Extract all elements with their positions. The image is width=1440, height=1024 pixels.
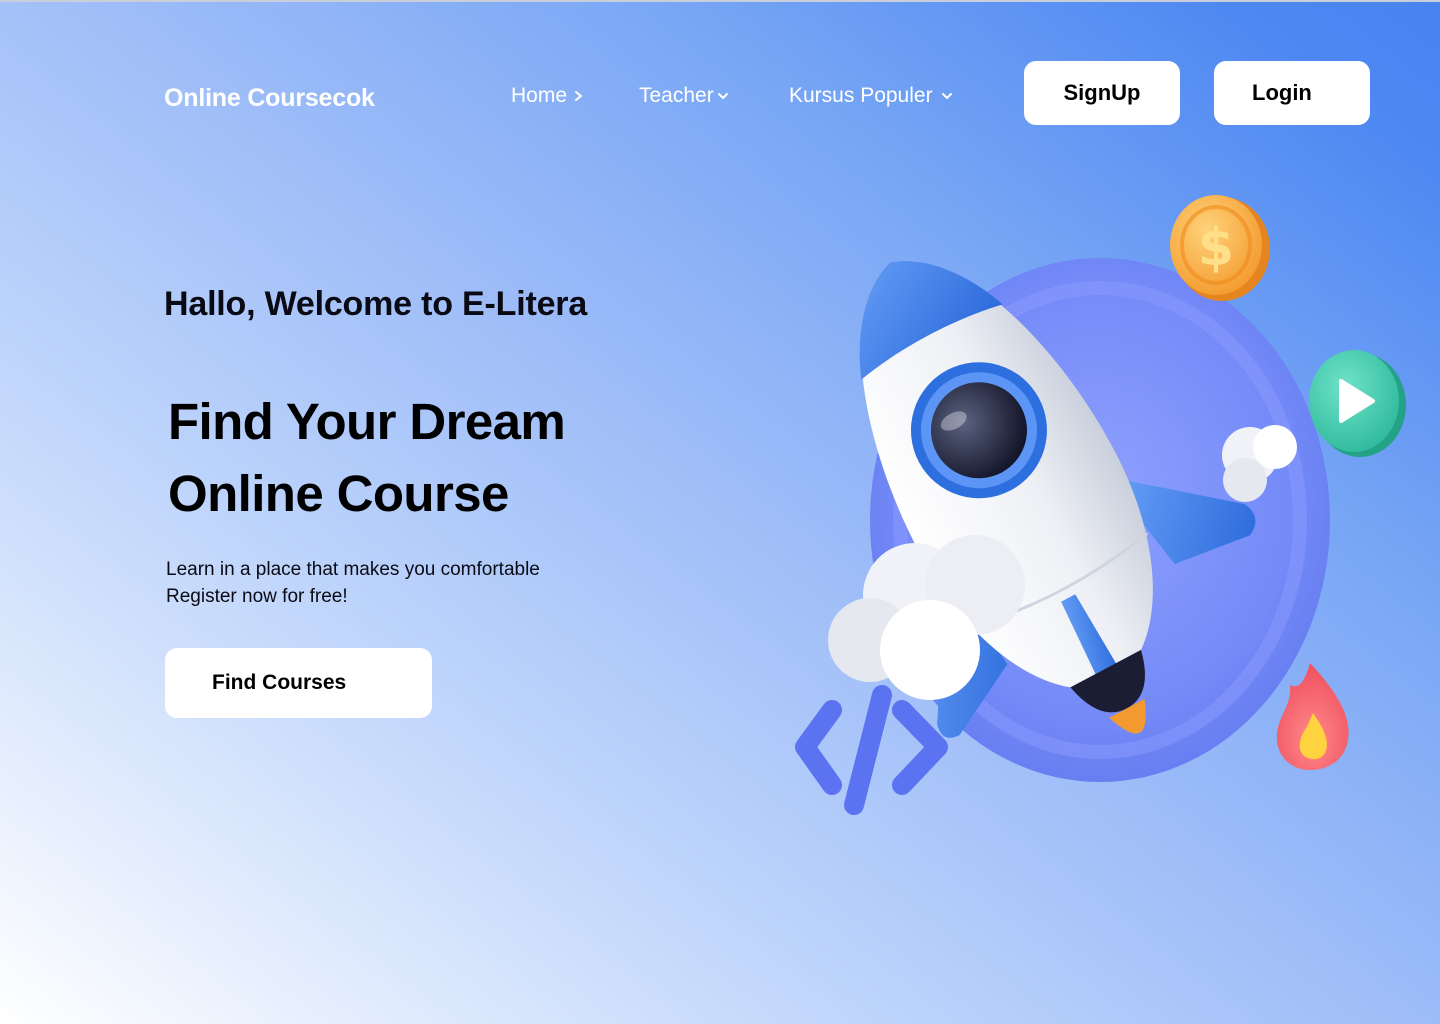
- description-line-2: Register now for free!: [166, 586, 348, 607]
- description-line-1: Learn in a place that makes you comforta…: [166, 559, 540, 580]
- play-icon: [1309, 350, 1406, 457]
- headline-line-1: Find Your Dream: [168, 393, 566, 450]
- fire-icon: [1276, 663, 1349, 770]
- nav-item-home[interactable]: Home: [511, 84, 585, 108]
- chevron-down-icon: [717, 93, 728, 99]
- coin-symbol: $: [1198, 218, 1234, 278]
- nav-item-label: Teacher: [639, 84, 714, 107]
- login-button[interactable]: Login: [1214, 61, 1370, 125]
- top-border: [0, 0, 1440, 2]
- signup-button[interactable]: SignUp: [1024, 61, 1180, 125]
- brand-logo[interactable]: Online Coursecok: [164, 84, 375, 113]
- nav-item-label: Home: [511, 84, 568, 107]
- nav-item-teacher[interactable]: Teacher: [639, 84, 729, 108]
- rocket-illustration: $: [795, 195, 1406, 815]
- headline-line-2: Online Course: [168, 465, 509, 522]
- chevron-right-icon: [575, 91, 583, 101]
- find-courses-button[interactable]: Find Courses: [165, 648, 432, 718]
- chevron-down-icon: [941, 93, 952, 99]
- nav-item-label: Kursus Populer: [789, 84, 933, 107]
- nav-item-kursus-populer[interactable]: Kursus Populer: [789, 84, 953, 108]
- code-icon: [795, 685, 948, 815]
- welcome-text: Hallo, Welcome to E-Litera: [164, 285, 588, 323]
